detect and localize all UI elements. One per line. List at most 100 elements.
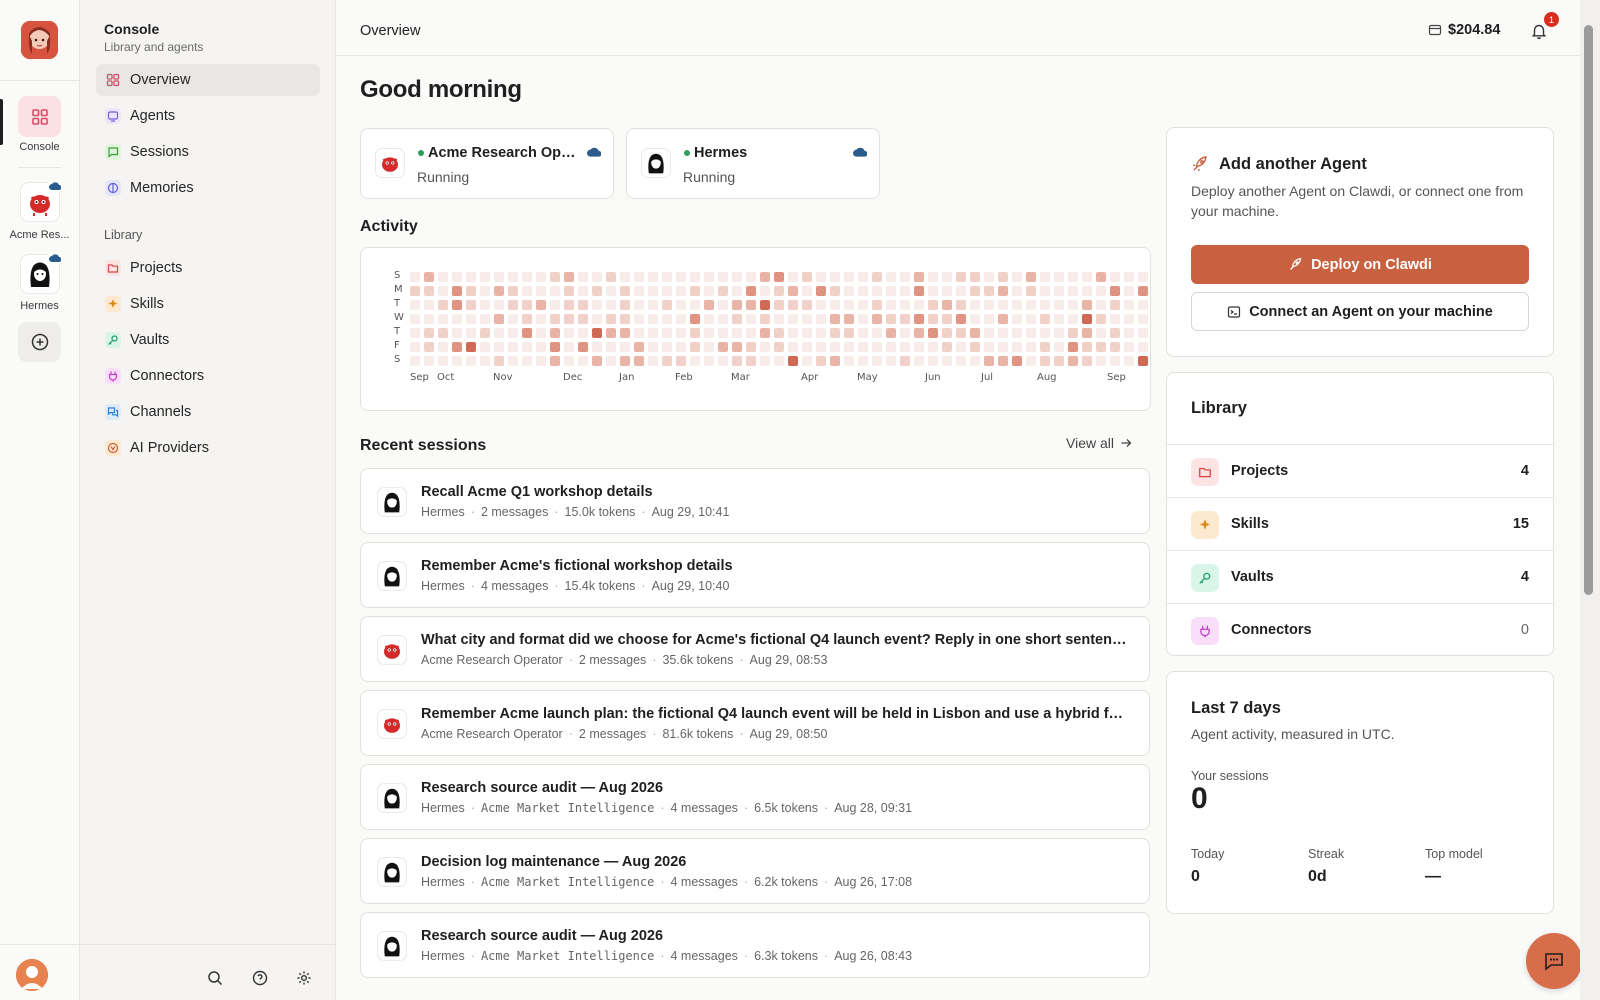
heatmap-cell: [550, 314, 560, 324]
heatmap-cell: [634, 342, 644, 352]
session-card[interactable]: Decision log maintenance — Aug 2026 Herme…: [360, 838, 1150, 904]
heatmap-cell: [970, 300, 980, 310]
heatmap-cell: [858, 342, 868, 352]
meta-separator: ·: [568, 653, 573, 667]
library-row-connectors[interactable]: Connectors 0: [1167, 603, 1553, 656]
sidebar-item-ai-providers[interactable]: AI Providers: [96, 432, 320, 464]
sidebar-item-memories[interactable]: Memories: [96, 172, 320, 204]
session-card[interactable]: Remember Acme's fictional workshop detai…: [360, 542, 1150, 608]
sidebar-item-channels[interactable]: Channels: [96, 396, 320, 428]
heatmap-month-label: Dec: [563, 372, 583, 383]
library-row-count: 15: [1512, 516, 1529, 532]
library-row-skills[interactable]: Skills 15: [1167, 497, 1553, 550]
user-avatar[interactable]: [16, 959, 48, 991]
add-agent-button[interactable]: [18, 322, 61, 362]
heatmap-month-label: Aug: [1037, 372, 1057, 383]
session-card[interactable]: Research source audit — Aug 2026 Hermes · A…: [360, 912, 1150, 978]
heatmap-cell: [956, 300, 966, 310]
session-messages: 2 messages: [480, 505, 549, 519]
heatmap-cell: [466, 272, 476, 282]
heatmap-cell: [900, 300, 910, 310]
sidebar-item-label: Sessions: [130, 144, 189, 160]
heatmap-cell: [816, 342, 826, 352]
heatmap-cell: [620, 328, 630, 338]
heatmap-cell: [802, 342, 812, 352]
sidebar-item-skills[interactable]: Skills: [96, 288, 320, 320]
sidebar-item-projects[interactable]: Projects: [96, 252, 320, 284]
last7-title: Last 7 days: [1191, 699, 1281, 717]
deploy-on-clawdi-button[interactable]: Deploy on Clawdi: [1191, 245, 1529, 284]
heatmap-cell: [718, 328, 728, 338]
balance-display[interactable]: $204.84: [1428, 22, 1500, 38]
heatmap-cell: [816, 300, 826, 310]
heatmap-cell: [816, 272, 826, 282]
heatmap-cell: [998, 356, 1008, 366]
rail-console-button[interactable]: [18, 96, 61, 137]
heatmap-cell: [438, 328, 448, 338]
session-card[interactable]: Recall Acme Q1 workshop details Hermes · 2 …: [360, 468, 1150, 534]
session-title: Recall Acme Q1 workshop details: [421, 484, 653, 500]
page-title: Overview: [360, 23, 421, 39]
add-agent-card: Add another Agent Deploy another Agent o…: [1166, 127, 1554, 357]
heatmap-cell: [424, 328, 434, 338]
agent-card-acme[interactable]: Acme Research Ope... Running: [360, 128, 614, 199]
library-row-vaults[interactable]: Vaults 4: [1167, 550, 1553, 603]
agent-status: Running: [417, 169, 470, 185]
view-all-link[interactable]: View all: [1066, 435, 1132, 451]
heatmap-cell: [704, 286, 714, 296]
sidebar-item-overview[interactable]: Overview: [96, 64, 320, 96]
heatmap-cell: [900, 272, 910, 282]
sidebar-item-agents[interactable]: Agents: [96, 100, 320, 132]
heatmap-cell: [928, 328, 938, 338]
heatmap-cell: [732, 314, 742, 324]
heatmap-cell: [424, 272, 434, 282]
agent-card-hermes[interactable]: Hermes Running: [626, 128, 880, 199]
heatmap-cell: [494, 328, 504, 338]
streak-label: Streak: [1308, 847, 1345, 861]
heatmap-cell: [844, 272, 854, 282]
heatmap-cell: [1012, 286, 1022, 296]
plug-icon: [105, 368, 121, 384]
session-card[interactable]: What city and format did we choose for A…: [360, 616, 1150, 682]
heatmap-cell: [746, 356, 756, 366]
heatmap-cell: [452, 356, 462, 366]
search-icon[interactable]: [206, 969, 224, 987]
heatmap-cell: [522, 356, 532, 366]
sidebar-item-sessions[interactable]: Sessions: [96, 136, 320, 168]
heatmap-cell: [438, 314, 448, 324]
hermes-agent-icon: [377, 561, 407, 591]
chat-button[interactable]: [1526, 933, 1582, 989]
heatmap-cell: [746, 328, 756, 338]
activity-heatmap: S M T W T F S Sep Oct Nov Dec Jan Feb Mar Apr May Jun Jul…: [360, 247, 1151, 411]
heatmap-cell: [620, 286, 630, 296]
meta-separator: ·: [660, 875, 665, 889]
session-card[interactable]: Remember Acme launch plan: the fictional…: [360, 690, 1150, 756]
heatmap-cell: [718, 272, 728, 282]
sidebar-item-connectors[interactable]: Connectors: [96, 360, 320, 392]
heatmap-cell: [970, 314, 980, 324]
gear-icon[interactable]: [295, 969, 313, 987]
session-meta: Acme Research Operator · 2 messages · 35.6k …: [421, 653, 827, 667]
heatmap-cell: [424, 286, 434, 296]
meta-separator: ·: [652, 727, 657, 741]
heatmap-cell: [508, 342, 518, 352]
heatmap-cell: [774, 272, 784, 282]
scrollbar-thumb[interactable]: [1584, 25, 1593, 595]
heatmap-cell: [1068, 342, 1078, 352]
connect-agent-button[interactable]: Connect an Agent on your machine: [1191, 292, 1529, 331]
session-tokens: 81.6k tokens: [662, 727, 734, 741]
app: Console Acme Res... Hermes Console Libra…: [0, 0, 1600, 1000]
sparkle-icon: [105, 296, 121, 312]
session-card[interactable]: Research source audit — Aug 2026 Hermes · A…: [360, 764, 1150, 830]
help-icon[interactable]: [251, 969, 269, 987]
app-logo[interactable]: [21, 21, 58, 59]
heatmap-cell: [788, 300, 798, 310]
session-messages: 4 messages: [670, 875, 738, 889]
cloud-icon: [587, 144, 602, 160]
heatmap-cell: [1082, 286, 1092, 296]
heatmap-cell: [718, 356, 728, 366]
heatmap-cell: [648, 356, 658, 366]
sidebar-item-vaults[interactable]: Vaults: [96, 324, 320, 356]
heatmap-cell: [522, 300, 532, 310]
library-row-projects[interactable]: Projects 4: [1167, 444, 1553, 497]
